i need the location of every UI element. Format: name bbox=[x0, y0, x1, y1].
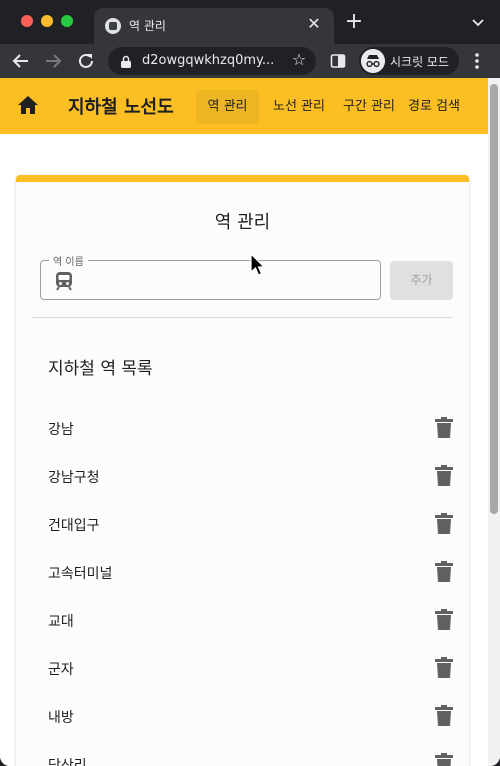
new-tab-button[interactable]: + bbox=[343, 11, 365, 34]
home-icon[interactable] bbox=[17, 95, 39, 115]
delete-trash-icon[interactable] bbox=[434, 561, 454, 583]
nav-section-management[interactable]: 구간 관리 bbox=[333, 90, 405, 124]
back-arrow-icon[interactable] bbox=[9, 49, 33, 73]
incognito-indicator[interactable]: 시크릿 모드 bbox=[359, 47, 459, 75]
list-item: 군자 bbox=[32, 645, 453, 693]
station-name-input[interactable] bbox=[85, 269, 365, 291]
minimize-window-button[interactable] bbox=[41, 15, 53, 27]
mouse-pointer-icon bbox=[250, 253, 266, 276]
app-header: 지하철 노선도 역 관리 노선 관리 구간 관리 경로 검색 bbox=[0, 78, 488, 134]
reload-icon[interactable] bbox=[74, 49, 98, 73]
bookmark-star-icon[interactable]: ☆ bbox=[290, 51, 308, 69]
card-accent-bar bbox=[16, 175, 469, 182]
list-item: 교대 bbox=[32, 597, 453, 645]
close-tab-icon[interactable]: ✕ bbox=[304, 14, 324, 34]
station-name: 당산리 bbox=[48, 758, 87, 766]
station-name: 내방 bbox=[48, 710, 74, 726]
incognito-icon bbox=[361, 49, 385, 73]
list-item: 건대입구 bbox=[32, 501, 453, 549]
station-name: 군자 bbox=[48, 662, 74, 678]
page-content: 역 관리 역 이름 추가 지하철 역 목록 강남 강남구청 건대입구 고속터미널… bbox=[0, 134, 488, 766]
station-management-card: 역 관리 역 이름 추가 지하철 역 목록 강남 강남구청 건대입구 고속터미널… bbox=[16, 175, 469, 766]
close-window-button[interactable] bbox=[21, 15, 33, 27]
tab-search-chevron-icon[interactable] bbox=[470, 14, 486, 30]
browser-tab[interactable]: 역 관리 ✕ bbox=[94, 8, 334, 44]
add-station-button[interactable]: 추가 bbox=[390, 261, 453, 300]
station-name-label: 역 이름 bbox=[49, 253, 88, 268]
delete-trash-icon[interactable] bbox=[434, 417, 454, 439]
station-name: 건대입구 bbox=[48, 518, 100, 534]
list-item: 당산리 bbox=[32, 741, 453, 766]
divider bbox=[32, 317, 453, 318]
list-item: 고속터미널 bbox=[32, 549, 453, 597]
delete-trash-icon[interactable] bbox=[434, 657, 454, 679]
tab-title: 역 관리 bbox=[129, 19, 166, 33]
station-list-title: 지하철 역 목록 bbox=[48, 359, 153, 379]
favicon-icon bbox=[105, 18, 121, 34]
page-title: 역 관리 bbox=[214, 212, 271, 233]
app-brand[interactable]: 지하철 노선도 bbox=[68, 93, 174, 119]
scrollbar-thumb[interactable] bbox=[490, 84, 498, 514]
delete-trash-icon[interactable] bbox=[434, 753, 454, 766]
lock-icon bbox=[121, 55, 131, 68]
more-menu-icon[interactable] bbox=[470, 52, 484, 70]
delete-trash-icon[interactable] bbox=[434, 513, 454, 535]
maximize-window-button[interactable] bbox=[61, 15, 73, 27]
incognito-label: 시크릿 모드 bbox=[390, 55, 450, 69]
delete-trash-icon[interactable] bbox=[434, 609, 454, 631]
station-name: 강남 bbox=[48, 422, 74, 438]
station-name: 교대 bbox=[48, 614, 74, 630]
nav-line-management[interactable]: 노선 관리 bbox=[263, 90, 335, 124]
url-text: d2owgqwkhzq0my... bbox=[142, 53, 275, 68]
delete-trash-icon[interactable] bbox=[434, 705, 454, 727]
browser-toolbar: d2owgqwkhzq0my... ☆ 시크릿 모드 bbox=[0, 44, 500, 78]
list-item: 강남구청 bbox=[32, 453, 453, 501]
side-panel-icon[interactable] bbox=[330, 53, 346, 69]
nav-station-management[interactable]: 역 관리 bbox=[196, 90, 259, 124]
tab-strip: 역 관리 ✕ + bbox=[0, 0, 500, 44]
list-item: 내방 bbox=[32, 693, 453, 741]
forward-arrow-icon[interactable] bbox=[41, 49, 65, 73]
page-viewport: 지하철 노선도 역 관리 노선 관리 구간 관리 경로 검색 역 관리 역 이름 bbox=[0, 78, 500, 766]
station-name: 강남구청 bbox=[48, 470, 100, 486]
nav-route-search[interactable]: 경로 검색 bbox=[403, 90, 465, 124]
station-name-field[interactable]: 역 이름 bbox=[40, 253, 381, 300]
browser-window: 역 관리 ✕ + d2owgqwkhzq0my... ☆ 시크릿 모드 지하철 … bbox=[0, 0, 500, 766]
delete-trash-icon[interactable] bbox=[434, 465, 454, 487]
subway-icon bbox=[56, 272, 72, 291]
station-name: 고속터미널 bbox=[48, 566, 113, 582]
address-bar[interactable]: d2owgqwkhzq0my... ☆ bbox=[108, 47, 316, 75]
list-item: 강남 bbox=[32, 405, 453, 453]
